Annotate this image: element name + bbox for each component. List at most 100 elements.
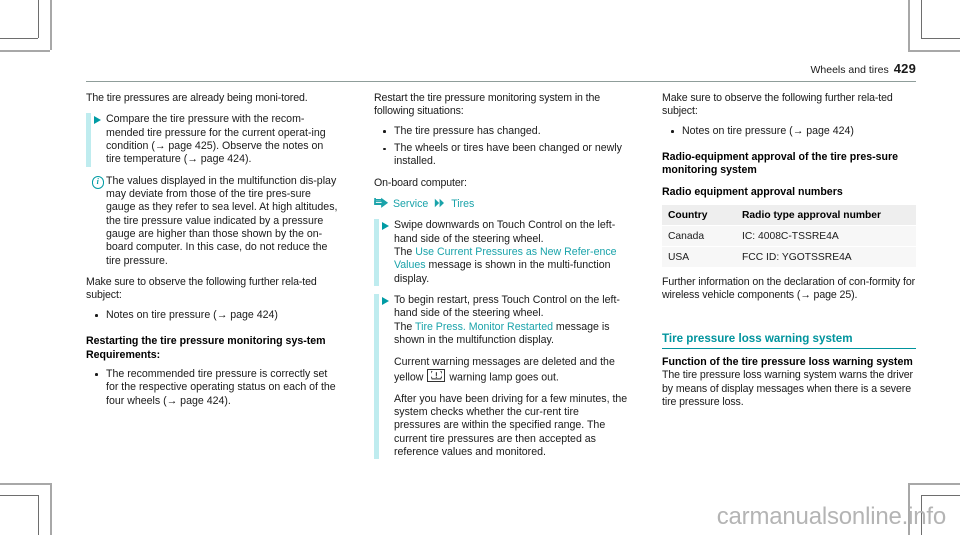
step-triangle-icon (382, 221, 389, 230)
table-cell-country: Canada (662, 225, 736, 248)
manual-page: Wheels and tires 429 The tire pressures a… (86, 62, 916, 462)
middle-restart-intro: Restart the tire pressure monitoring sys… (374, 92, 601, 118)
table-header-country: Country (662, 205, 736, 227)
list-item-label: The recommended tire pressure is correct… (106, 367, 336, 407)
table-cell-approval-number: FCC ID: YGOTSSRE4A (736, 246, 916, 269)
left-note-values: i The values displayed in the multifunct… (86, 175, 340, 268)
crop-mark-br-inner-h (921, 495, 960, 496)
list-item: Notes on tire pressure (→ page 424) (662, 125, 916, 138)
middle-step-begin-restart: To begin restart, press Touch Control on… (374, 294, 628, 460)
crop-mark-bl-outer-h (0, 483, 50, 485)
crop-mark-bl-outer-v (50, 483, 52, 535)
right-function-body: The tire pressure loss warning system wa… (662, 369, 913, 409)
middle-onboard-label: On-board computer: (374, 176, 467, 189)
crop-mark-tr-inner-h (921, 38, 960, 39)
left-related-bullets: Notes on tire pressure (→ page 424) (86, 309, 340, 322)
step-result: The Use Current Pressures as New Refer-e… (394, 246, 628, 286)
step-triangle-icon (382, 296, 389, 305)
table-header-row: Country Radio type approval number (662, 205, 916, 227)
right-further-info: Further information on the declaration o… (662, 276, 916, 302)
right-heading-function: Function of the tire pressure loss warni… (662, 356, 913, 369)
note-text: The values displayed in the multifunctio… (106, 174, 338, 267)
nav-item-service[interactable]: Service (393, 198, 428, 210)
left-heading-restart: Restarting the tire pressure monitoring … (86, 335, 326, 348)
crop-mark-tl-inner-v (38, 0, 39, 38)
list-item: The wheels or tires have been changed or… (374, 142, 628, 169)
bullet-dot-icon (95, 373, 98, 377)
step-accent-bar (374, 294, 379, 460)
step-text: To begin restart, press Touch Control on… (394, 294, 620, 320)
double-chevron-icon (435, 198, 445, 208)
table-header-approval-number: Radio type approval number (736, 205, 916, 227)
crop-mark-tr-inner-v (921, 0, 922, 38)
section-heading-rule (662, 347, 916, 350)
column-container: The tire pressures are already being mon… (86, 92, 916, 460)
header-title: Wheels and tires (810, 64, 889, 76)
column-left: The tire pressures are already being mon… (86, 92, 340, 459)
right-heading-radio-numbers: Radio equipment approval numbers (662, 185, 843, 198)
result-prefix: The (394, 320, 416, 333)
nav-item-tires[interactable]: Tires (451, 198, 474, 210)
corner-arrow-icon (374, 197, 389, 208)
step-after-driving-note: After you have been driving for a few mi… (394, 392, 628, 459)
list-item-label: Notes on tire pressure (→ page 424) (106, 308, 278, 321)
bullet-dot-icon (383, 130, 386, 133)
left-step-compare: Compare the tire pressure with the recom… (86, 113, 340, 167)
info-icon: i (91, 176, 104, 189)
list-item-label: The wheels or tires have been changed or… (394, 142, 622, 168)
crop-mark-tl-outer-h (0, 50, 50, 52)
step-warning-lamp-note: Current warning messages are deleted and… (394, 356, 628, 385)
crop-mark-bl-inner-h (0, 495, 38, 496)
message-name-link[interactable]: Tire Press. Monitor Restarted (415, 321, 553, 333)
crop-mark-tr-outer-v (908, 0, 910, 50)
table-cell-country: USA (662, 246, 736, 269)
crop-mark-tl-inner-h (0, 38, 38, 39)
left-related-intro: Make sure to observe the following furth… (86, 276, 317, 302)
left-intro-paragraph: The tire pressures are already being mon… (86, 92, 308, 104)
crop-mark-br-outer-h (908, 483, 960, 485)
running-header: Wheels and tires 429 (86, 62, 916, 77)
result-prefix: The (394, 246, 416, 259)
list-item: The tire pressure has changed. (374, 125, 628, 138)
list-item: The recommended tire pressure is correct… (86, 368, 340, 408)
bullet-dot-icon (671, 130, 674, 133)
header-rule (86, 81, 916, 82)
step-triangle-icon (94, 115, 101, 124)
step-text: Compare the tire pressure with the recom… (106, 113, 326, 166)
list-item-label: The tire pressure has changed. (394, 124, 541, 137)
left-requirement-bullets: The recommended tire pressure is correct… (86, 368, 340, 408)
warning-suffix: warning lamp goes out. (446, 371, 559, 384)
left-heading-requirements: Requirements: (86, 348, 161, 361)
bullet-dot-icon (383, 147, 386, 151)
step-accent-bar (374, 219, 379, 287)
radio-approval-table: Country Radio type approval number Canad… (662, 205, 916, 269)
column-middle: Restart the tire pressure monitoring sys… (374, 92, 628, 460)
navigation-path: Service Tires (374, 197, 628, 211)
step-accent-bar (86, 113, 91, 167)
table-cell-approval-number: IC: 4008C-TSSRE4A (736, 225, 916, 248)
table-row: Canada IC: 4008C-TSSRE4A (662, 225, 916, 248)
middle-situation-bullets: The tire pressure has changed. The wheel… (374, 125, 628, 169)
bullet-dot-icon (95, 314, 98, 317)
list-item: Notes on tire pressure (→ page 424) (86, 309, 340, 322)
middle-step-swipe: Swipe downwards on Touch Control on the … (374, 219, 628, 287)
step-result: The Tire Press. Monitor Restarted messag… (394, 321, 628, 348)
crop-mark-bl-inner-v (38, 495, 39, 535)
right-heading-radio-approval: Radio-equipment approval of the tire pre… (662, 151, 899, 177)
crop-mark-tr-outer-h (908, 50, 960, 52)
tpms-warning-lamp-icon (427, 368, 446, 383)
right-related-bullets: Notes on tire pressure (→ page 424) (662, 125, 916, 138)
watermark: carmanualsonline.info (716, 503, 946, 530)
result-suffix: message is shown in the multi-function d… (394, 259, 611, 285)
list-item-label: Notes on tire pressure (→ page 424) (682, 124, 854, 137)
page-number: 429 (893, 61, 916, 76)
crop-mark-tl-outer-v (50, 0, 52, 50)
step-text: Swipe downwards on Touch Control on the … (394, 219, 616, 245)
